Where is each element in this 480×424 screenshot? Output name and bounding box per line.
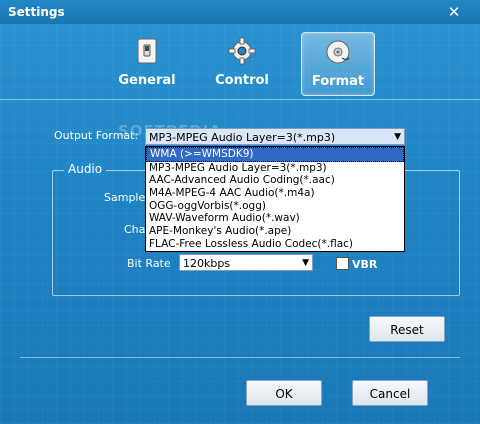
tab-control[interactable]: Control — [206, 32, 278, 94]
cancel-button[interactable]: Cancel — [352, 380, 428, 406]
audio-group-title: Audio — [64, 162, 107, 176]
tab-control-label: Control — [215, 73, 269, 88]
format-option[interactable]: MP3-MPEG Audio Layer=3(*.mp3) — [146, 162, 404, 175]
format-option[interactable]: WMA (>=WMSDK9) — [146, 147, 404, 162]
tab-format-label: Format — [311, 74, 365, 89]
reset-button[interactable]: Reset — [369, 316, 445, 342]
tab-bar: General Control Format — [0, 24, 480, 100]
ok-button[interactable]: OK — [246, 380, 322, 406]
format-option[interactable]: WAV-Waveform Audio(*.wav) — [146, 212, 404, 225]
tab-format[interactable]: Format — [301, 32, 375, 96]
vbr-checkbox[interactable] — [336, 257, 349, 270]
format-option[interactable]: M4A-MPEG-4 AAC Audio(*.m4a) — [146, 187, 404, 200]
bit-rate-label: Bit Rate — [127, 257, 171, 270]
vbr-label: VBR — [352, 258, 378, 271]
format-option[interactable]: FLAC-Free Lossless Audio Codec(*.flac) — [146, 238, 404, 251]
output-format-value: MP3-MPEG Audio Layer=3(*.mp3) — [149, 131, 336, 144]
tab-general[interactable]: General — [111, 32, 183, 94]
tab-general-label: General — [118, 73, 176, 88]
format-option[interactable]: AAC-Advanced Audio Coding(*.aac) — [146, 174, 404, 187]
close-icon[interactable]: ✕ — [442, 2, 466, 22]
format-option[interactable]: APE-Monkey's Audio(*.ape) — [146, 225, 404, 238]
gear-icon — [228, 37, 256, 65]
footer-divider — [20, 357, 460, 358]
output-format-select[interactable]: MP3-MPEG Audio Layer=3(*.mp3) ▼ — [145, 128, 405, 145]
switch-icon — [137, 38, 157, 64]
title-bar: Settings ✕ — [0, 0, 480, 24]
bit-rate-value: 120kbps — [183, 257, 231, 270]
chevron-down-icon[interactable]: ▼ — [394, 129, 401, 146]
sample-rate-label: Sample — [104, 191, 146, 204]
chevron-down-icon[interactable]: ▼ — [302, 255, 309, 272]
format-option[interactable]: OGG-oggVorbis(*.ogg) — [146, 200, 404, 213]
output-format-dropdown-list[interactable]: WMA (>=WMSDK9) MP3-MPEG Audio Layer=3(*.… — [145, 146, 405, 252]
disc-icon — [326, 40, 350, 64]
bit-rate-select[interactable]: 120kbps ▼ — [179, 254, 313, 271]
window-title: Settings — [8, 5, 65, 19]
settings-window: Settings ✕ General Control Format Output… — [0, 0, 480, 424]
output-format-label: Output Format: — [54, 129, 139, 142]
header-divider — [0, 99, 480, 100]
